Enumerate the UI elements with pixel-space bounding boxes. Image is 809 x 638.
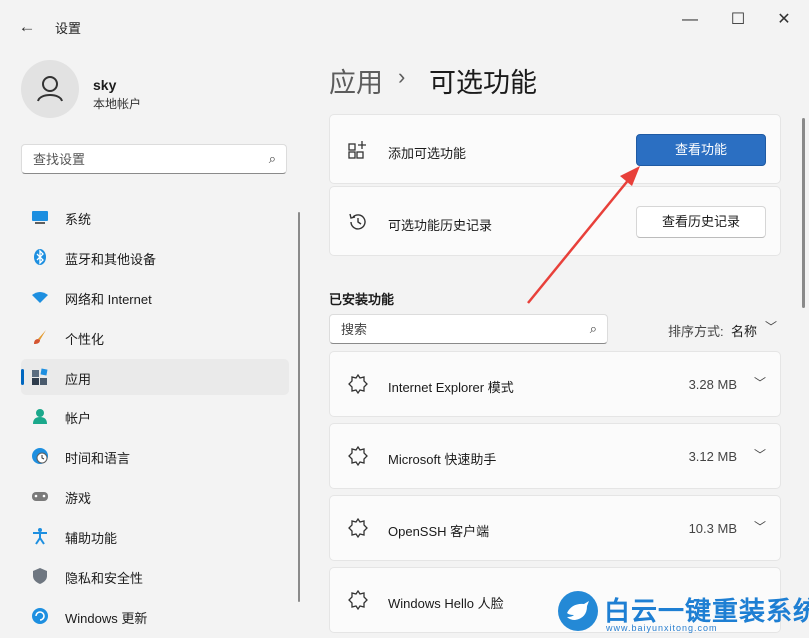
sidebar-item-label: 游戏 [65, 491, 92, 506]
bird-logo-icon [558, 591, 598, 631]
wifi-icon [32, 292, 48, 303]
feature-size: 3.12 MB [688, 449, 737, 464]
installed-features-heading: 已安装功能 [329, 292, 395, 307]
puzzle-gear-icon [348, 373, 368, 395]
watermark: 白云一键重装系统 www.baiyunxitong.com [548, 586, 809, 638]
sidebar-item-label: 时间和语言 [65, 451, 131, 466]
installed-search-input[interactable] [339, 321, 573, 338]
person-icon [37, 76, 63, 102]
maximize-icon[interactable]: ☐ [726, 8, 750, 32]
puzzle-gear-icon [348, 589, 368, 611]
sort-dropdown[interactable]: 名称 [731, 321, 757, 340]
feature-row[interactable]: OpenSSH 客户端 10.3 MB ﹀ [329, 495, 781, 561]
chevron-down-icon[interactable]: ﹀ [765, 318, 777, 335]
bluetooth-icon [34, 249, 46, 265]
selected-indicator [21, 369, 24, 385]
add-apps-icon [348, 141, 366, 159]
sidebar-item-privacy[interactable]: 隐私和安全性 [21, 558, 289, 594]
display-icon [32, 211, 48, 224]
page-title: 可选功能 [429, 68, 537, 98]
gamepad-icon [32, 492, 48, 501]
feature-name: OpenSSH 客户端 [388, 524, 490, 539]
history-card: 可选功能历史记录 查看历史记录 [329, 186, 781, 256]
minimize-icon[interactable]: — [678, 8, 702, 32]
search-input[interactable] [31, 151, 255, 168]
sidebar-item-time-language[interactable]: 时间和语言 [21, 438, 289, 474]
app-title: 设置 [55, 21, 82, 36]
accessibility-icon [33, 528, 47, 545]
search-icon[interactable]: ⌕ [590, 321, 597, 337]
sidebar-item-label: 帐户 [65, 411, 92, 426]
title-bar: ← 设置 — ☐ ✕ [0, 0, 809, 40]
feature-row[interactable]: Internet Explorer 模式 3.28 MB ﹀ [329, 351, 781, 417]
brush-icon [34, 330, 46, 344]
account-type: 本地帐户 [93, 97, 142, 111]
apps-icon [32, 368, 48, 385]
puzzle-gear-icon [348, 445, 368, 467]
feature-size: 10.3 MB [688, 521, 737, 536]
sidebar-item-label: 应用 [65, 372, 92, 387]
chevron-down-icon[interactable]: ﹀ [754, 518, 766, 535]
close-icon[interactable]: ✕ [772, 8, 796, 32]
main-scrollbar[interactable] [802, 118, 805, 308]
person-icon [33, 409, 47, 424]
user-name: sky [93, 77, 117, 93]
sort-label: 排序方式: [668, 324, 724, 339]
chevron-down-icon[interactable]: ﹀ [754, 374, 766, 391]
sidebar-item-label: 个性化 [65, 332, 105, 347]
sidebar-scrollbar[interactable] [298, 212, 300, 602]
sidebar-item-personalization[interactable]: 个性化 [21, 319, 289, 355]
sidebar-item-label: 蓝牙和其他设备 [65, 252, 157, 267]
view-features-button[interactable]: 查看功能 [636, 134, 766, 166]
feature-size: 3.28 MB [688, 377, 737, 392]
sidebar-item-bluetooth[interactable]: 蓝牙和其他设备 [21, 239, 289, 275]
feature-name: Internet Explorer 模式 [388, 380, 514, 395]
sidebar-item-label: 系统 [65, 212, 92, 227]
feature-row[interactable]: Microsoft 快速助手 3.12 MB ﹀ [329, 423, 781, 489]
sidebar-item-gaming[interactable]: 游戏 [21, 478, 289, 514]
breadcrumb-parent[interactable]: 应用 [329, 61, 383, 100]
sidebar-item-label: 隐私和安全性 [65, 571, 144, 586]
breadcrumb-separator: › [398, 64, 406, 89]
feature-name: Microsoft 快速助手 [388, 452, 497, 467]
sidebar-item-accounts[interactable]: 帐户 [21, 398, 289, 434]
feature-name: Windows Hello 人脸 [388, 596, 504, 611]
add-feature-card: 添加可选功能 查看功能 [329, 114, 781, 184]
sidebar-item-label: 辅助功能 [65, 531, 118, 546]
sidebar-item-network[interactable]: 网络和 Internet [21, 279, 289, 315]
sidebar-item-accessibility[interactable]: 辅助功能 [21, 518, 289, 554]
sidebar-item-windows-update[interactable]: Windows 更新 [21, 598, 289, 634]
chevron-down-icon[interactable]: ﹀ [754, 446, 766, 463]
watermark-url: www.baiyunxitong.com [606, 623, 718, 633]
settings-search[interactable]: ⌕ [21, 144, 287, 174]
history-icon [349, 213, 366, 230]
view-history-button[interactable]: 查看历史记录 [636, 206, 766, 238]
puzzle-gear-icon [348, 517, 368, 539]
sidebar-item-label: 网络和 Internet [65, 292, 152, 307]
installed-search[interactable]: ⌕ [329, 314, 608, 344]
add-feature-label: 添加可选功能 [388, 146, 467, 161]
sidebar-item-apps[interactable]: 应用 [21, 359, 289, 395]
sidebar-item-label: Windows 更新 [65, 611, 148, 626]
history-label: 可选功能历史记录 [388, 218, 493, 233]
update-icon [32, 608, 48, 624]
back-arrow-icon[interactable]: ← [14, 14, 40, 40]
globe-clock-icon [32, 448, 48, 464]
shield-icon [33, 568, 47, 584]
avatar[interactable] [21, 60, 79, 118]
search-icon[interactable]: ⌕ [269, 151, 276, 167]
sidebar-item-system[interactable]: 系统 [21, 199, 289, 235]
